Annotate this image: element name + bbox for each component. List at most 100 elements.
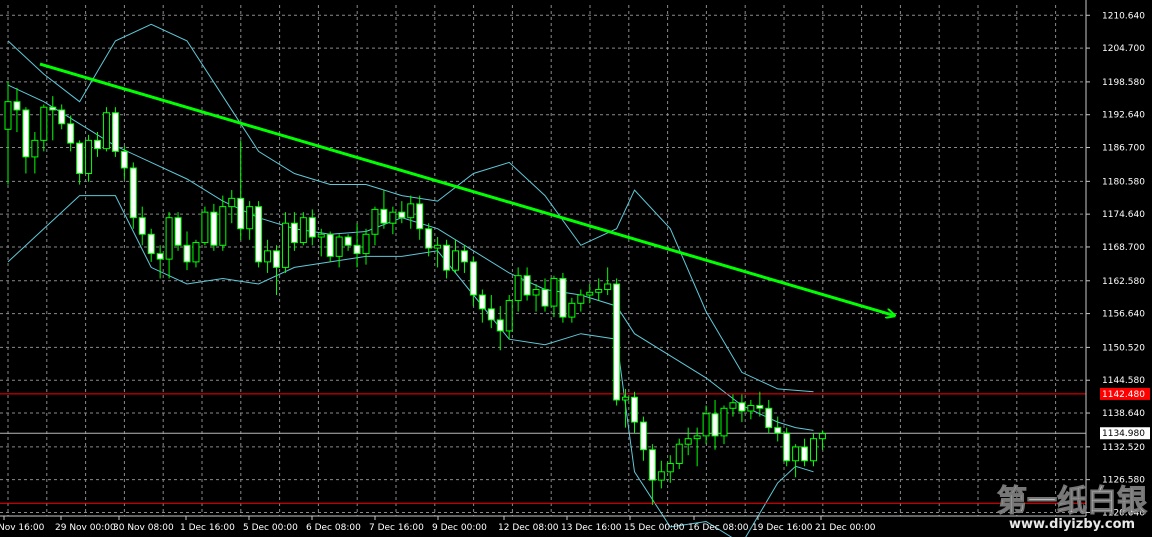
candle-body (756, 405, 764, 409)
candle-body (120, 150, 128, 169)
x-tick-label: 6 Dec 08:00 (306, 523, 361, 533)
y-tick-label: 1144.580 (1102, 376, 1145, 386)
y-tick-label: 1132.520 (1102, 443, 1145, 453)
candle-body (129, 167, 137, 219)
candle-body (505, 300, 513, 332)
candle-body (622, 396, 630, 401)
candle-body (156, 253, 164, 260)
y-tick-label: 1138.640 (1102, 409, 1145, 419)
candle-body (371, 208, 379, 235)
candle-body (22, 109, 30, 158)
candle-body (317, 233, 325, 238)
candle-body (577, 294, 585, 304)
candle-body (541, 289, 549, 307)
candle-body (738, 402, 746, 412)
candle-body (792, 446, 800, 462)
candle-body (469, 261, 477, 296)
candle-body (76, 142, 84, 174)
candle (255, 201, 263, 268)
candle (613, 278, 621, 406)
candle-body (496, 319, 504, 332)
candle-body (720, 407, 728, 437)
candle-body (747, 405, 755, 412)
candle-body (639, 421, 647, 451)
candle-body (452, 250, 459, 271)
price-chart[interactable]: 1210.640 1204.700 1198.580 1192.640 1186.700… (0, 0, 1152, 537)
candle-body (684, 438, 692, 445)
candle-body (613, 283, 621, 401)
candle (783, 427, 791, 467)
candle (102, 107, 110, 152)
candle-body (478, 294, 486, 310)
candle-body (281, 222, 289, 268)
x-tick-label: 7 Dec 16:00 (369, 523, 424, 533)
candle-body (102, 112, 110, 150)
candle-body (801, 446, 809, 462)
candle-body (604, 283, 612, 291)
candle-body (344, 236, 352, 246)
candle-body (58, 109, 66, 125)
y-tick-label: 1198.580 (1102, 78, 1145, 88)
candle-body (532, 289, 540, 296)
x-tick-label: 1 Dec 16:00 (180, 523, 235, 533)
candle-body (111, 112, 119, 152)
candle-body (702, 413, 710, 437)
candle-body (31, 139, 39, 158)
candle-body (174, 217, 182, 246)
candle-body (147, 233, 155, 255)
y-tick-label: 1186.700 (1102, 144, 1145, 154)
y-tick-label: 1192.640 (1102, 111, 1145, 121)
x-tick-label: 12 Dec 08:00 (498, 523, 559, 533)
watermark: 第一纸白银 www.diyizby.com (997, 484, 1148, 533)
candle (174, 212, 182, 251)
candle-body (487, 308, 495, 321)
candle-body (434, 244, 442, 249)
candle-body (783, 432, 791, 462)
candle (111, 107, 119, 157)
candle-body (460, 250, 468, 263)
y-tick-label: 1162.580 (1102, 277, 1145, 287)
candle-body (237, 197, 245, 230)
candle-body (362, 233, 370, 255)
candle-body (666, 463, 674, 473)
level-price-label: 1142.480 (1102, 390, 1145, 400)
candle-body (264, 250, 272, 263)
y-tick-label: 1168.700 (1102, 243, 1145, 253)
x-tick-label: 9 Dec 00:00 (432, 523, 487, 533)
x-tick-label: 15 Dec 00:00 (624, 523, 685, 533)
x-tick-label: 5 Dec 00:00 (243, 523, 298, 533)
y-tick-label: 1204.700 (1102, 44, 1145, 54)
candle-body (818, 433, 826, 440)
candle-body (550, 277, 558, 307)
candle-body (353, 244, 361, 255)
candle-body (595, 289, 603, 293)
candle (201, 206, 209, 246)
candle-body (290, 222, 298, 244)
candle-body (85, 139, 93, 174)
candle-body (416, 203, 424, 230)
candle-body (192, 242, 200, 263)
y-tick-label: 1180.580 (1102, 177, 1145, 187)
y-tick-label: 1174.640 (1102, 210, 1145, 220)
watermark-title: 第一纸白银 (997, 484, 1147, 519)
y-tick-label: 1210.640 (1102, 11, 1145, 21)
x-tick-label: 30 Nov 08:00 (113, 523, 174, 533)
candle-body (201, 211, 209, 244)
candle-body (380, 208, 388, 224)
candle-body (514, 275, 522, 302)
candle-body (398, 211, 406, 219)
candle-body (675, 443, 683, 465)
candle-body (138, 217, 146, 235)
candle-body (219, 206, 227, 246)
candle-body (765, 407, 773, 429)
candle-body (774, 427, 782, 434)
candle-body (568, 302, 576, 318)
candle-body (228, 197, 236, 208)
candle-body (389, 211, 397, 224)
candle-body (183, 244, 191, 263)
x-tick-label: 19 Dec 16:00 (752, 523, 813, 533)
current-price-label: 1134.980 (1102, 429, 1145, 439)
candle-body (40, 106, 48, 141)
candle-body (335, 236, 343, 257)
candle-body (559, 277, 567, 318)
